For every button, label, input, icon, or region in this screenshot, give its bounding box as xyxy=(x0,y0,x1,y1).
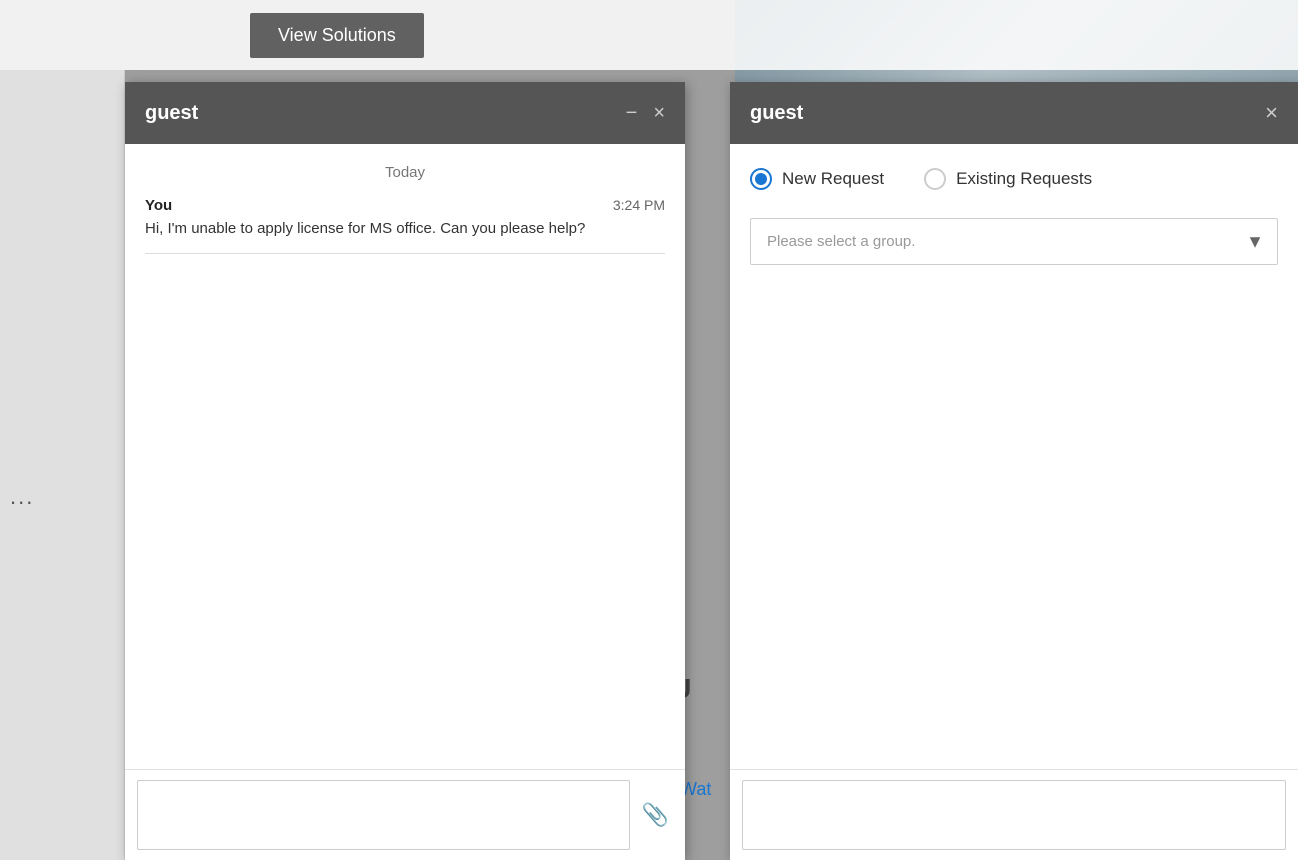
chat-minimize-button[interactable]: − xyxy=(626,103,638,123)
view-solutions-button[interactable]: View Solutions xyxy=(250,13,424,58)
top-bar: View Solutions xyxy=(0,0,1298,70)
request-type-row: New Request Existing Requests xyxy=(750,168,1278,190)
new-request-option[interactable]: New Request xyxy=(750,168,884,190)
attachment-icon: 📎 xyxy=(642,802,669,827)
chat-text-input[interactable] xyxy=(137,780,630,850)
request-panel-title: guest xyxy=(750,102,803,125)
left-sidebar xyxy=(0,70,125,860)
chat-close-button[interactable]: × xyxy=(653,103,665,123)
chat-panel-title: guest xyxy=(145,102,198,125)
existing-requests-radio[interactable] xyxy=(924,168,946,190)
chat-message-block: You 3:24 PM Hi, I'm unable to apply lice… xyxy=(145,197,665,241)
new-request-label: New Request xyxy=(782,169,884,189)
chat-sender: You xyxy=(145,197,172,214)
existing-requests-label: Existing Requests xyxy=(956,169,1092,189)
request-header: guest × xyxy=(730,82,1298,144)
group-select[interactable]: Please select a group. xyxy=(750,218,1278,265)
request-panel: guest × New Request Existing Requests Pl… xyxy=(730,82,1298,860)
chat-date-divider: Today xyxy=(145,164,665,181)
chat-time: 3:24 PM xyxy=(613,197,665,214)
request-close-button[interactable]: × xyxy=(1265,100,1278,126)
chat-input-area: 📎 xyxy=(125,769,685,860)
chat-divider xyxy=(145,253,665,254)
chat-body: Today You 3:24 PM Hi, I'm unable to appl… xyxy=(125,144,685,769)
request-text-input[interactable] xyxy=(742,780,1286,850)
existing-requests-option[interactable]: Existing Requests xyxy=(924,168,1092,190)
request-input-area xyxy=(730,769,1298,860)
chat-header-controls: − × xyxy=(626,103,665,123)
new-request-radio[interactable] xyxy=(750,168,772,190)
dots-indicator: ... xyxy=(10,484,34,510)
chat-header: guest − × xyxy=(125,82,685,144)
chat-message-meta: You 3:24 PM xyxy=(145,197,665,214)
chat-message-text: Hi, I'm unable to apply license for MS o… xyxy=(145,218,665,241)
group-select-wrapper: Please select a group. ▼ xyxy=(750,218,1278,265)
request-body: New Request Existing Requests Please sel… xyxy=(730,144,1298,769)
chat-attachment-button[interactable]: 📎 xyxy=(638,798,673,832)
chat-panel: guest − × Today You 3:24 PM Hi, I'm unab… xyxy=(125,82,685,860)
